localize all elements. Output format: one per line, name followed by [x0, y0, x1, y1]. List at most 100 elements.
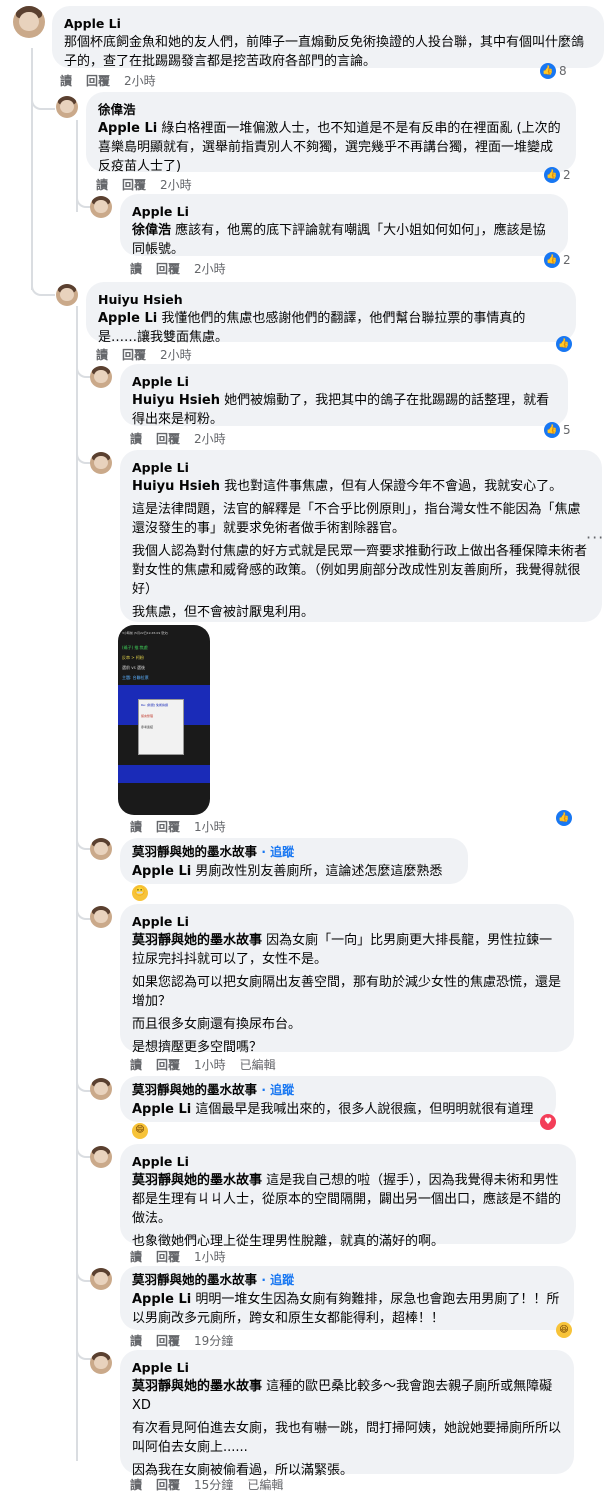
- read-button[interactable]: 讀: [60, 72, 72, 89]
- screenshot-popup-line: 參考連結: [141, 725, 154, 729]
- comment-actions: 讀 回覆 15分鐘 已編輯: [130, 1476, 283, 1493]
- comment-time[interactable]: 2小時: [160, 346, 192, 363]
- comment-bubble: Apple Li 那個杯底飼金魚和她的友人們，前陣子一直煽動反免術換證的人投台聯…: [52, 6, 604, 69]
- mention[interactable]: Apple Li: [132, 864, 191, 879]
- avatar[interactable]: [56, 96, 78, 118]
- reaction-count[interactable]: 😆: [556, 1322, 572, 1338]
- comment-actions: 讀 回覆 2小時: [60, 72, 156, 89]
- avatar[interactable]: [90, 838, 112, 860]
- comment-author[interactable]: 莫羽靜與她的墨水故事 · 追蹤: [132, 842, 456, 862]
- reply-button[interactable]: 回覆: [156, 1248, 180, 1265]
- comment-author[interactable]: Apple Li: [132, 372, 556, 391]
- reaction-count[interactable]: 👍: [556, 336, 572, 352]
- comment-actions: 讀 回覆 19分鐘: [130, 1332, 233, 1349]
- comment-time[interactable]: 2小時: [194, 260, 226, 277]
- thread-line: [76, 306, 78, 1461]
- avatar[interactable]: [13, 6, 45, 38]
- reply-button[interactable]: 回覆: [156, 1332, 180, 1349]
- comment-author[interactable]: Apple Li: [132, 202, 556, 221]
- comment-text: Huiyu Hsieh 我也對這件事焦慮，但有人保證今年不會過，我就安心了。: [132, 479, 563, 494]
- comment-time[interactable]: 2小時: [194, 430, 226, 447]
- read-button[interactable]: 讀: [130, 1332, 142, 1349]
- reply-button[interactable]: 回覆: [156, 430, 180, 447]
- mention[interactable]: 徐偉浩: [132, 223, 171, 238]
- comment-text: 莫羽靜與她的墨水故事 因為女廁「一向」比男廁更大排長龍，男性拉鍊一拉尿完抖抖就可…: [132, 933, 553, 967]
- mention[interactable]: Apple Li: [132, 1292, 191, 1307]
- follow-button[interactable]: · 追蹤: [261, 1083, 294, 1097]
- mention[interactable]: Apple Li: [98, 121, 157, 136]
- mention[interactable]: 莫羽靜與她的墨水故事: [132, 933, 262, 948]
- comment-author[interactable]: 莫羽靜與她的墨水故事 · 追蹤: [132, 1270, 562, 1290]
- read-button[interactable]: 讀: [130, 1056, 142, 1073]
- mention[interactable]: Huiyu Hsieh: [132, 393, 220, 408]
- mention[interactable]: 莫羽靜與她的墨水故事: [132, 1379, 262, 1394]
- avatar[interactable]: [90, 1146, 112, 1168]
- comment-time[interactable]: 19分鐘: [194, 1332, 233, 1349]
- comment-author[interactable]: Apple Li: [132, 458, 590, 477]
- more-options-icon[interactable]: ···: [586, 528, 604, 547]
- mention[interactable]: 莫羽靜與她的墨水故事: [132, 1173, 262, 1188]
- reply-button[interactable]: 回覆: [156, 260, 180, 277]
- avatar[interactable]: [90, 1268, 112, 1290]
- avatar[interactable]: [90, 452, 112, 474]
- reply-button[interactable]: 回覆: [122, 176, 146, 193]
- comment-text: Apple Li 明明一堆女生因為女廁有夠難排，尿急也會跑去用男廁了！！所以男廁…: [132, 1292, 560, 1326]
- comment-bubble: 徐偉浩 Apple Li 綠白格裡面一堆偏激人士，也不知道是不是有反串的在裡面亂…: [86, 92, 576, 174]
- reply-button[interactable]: 回覆: [156, 818, 180, 835]
- read-button[interactable]: 讀: [130, 818, 142, 835]
- like-icon: 👍: [540, 63, 556, 79]
- comment-time[interactable]: 1小時: [194, 818, 226, 835]
- comment-author[interactable]: Apple Li: [132, 912, 562, 931]
- reply-button[interactable]: 回覆: [86, 72, 110, 89]
- comment-time[interactable]: 15分鐘: [194, 1476, 233, 1493]
- mention[interactable]: Apple Li: [132, 1102, 191, 1117]
- screenshot-row: 反串 > 柯粉: [122, 655, 144, 660]
- comment-author[interactable]: Apple Li: [132, 1358, 562, 1377]
- comment-author[interactable]: 莫羽靜與她的墨水故事 · 追蹤: [132, 1080, 544, 1100]
- avatar[interactable]: [90, 906, 112, 928]
- screenshot-row: 主題: 台聯拉票: [122, 675, 149, 680]
- read-button[interactable]: 讀: [130, 260, 142, 277]
- follow-button[interactable]: · 追蹤: [261, 1273, 294, 1287]
- avatar[interactable]: [90, 366, 112, 388]
- comment-text: 有次看見阿伯進去女廁，我也有嚇一跳，問打掃阿姨，她說她要掃廁所所以叫阿伯去女廁上…: [132, 1421, 562, 1455]
- comment-time[interactable]: 1小時: [194, 1056, 226, 1073]
- reaction-count[interactable]: 👍 8: [540, 63, 567, 79]
- comment-time[interactable]: 2小時: [160, 176, 192, 193]
- read-button[interactable]: 讀: [96, 346, 108, 363]
- reply-button[interactable]: 回覆: [156, 1056, 180, 1073]
- comment-bubble: 莫羽靜與她的墨水故事 · 追蹤 Apple Li 明明一堆女生因為女廁有夠難排，…: [120, 1266, 574, 1330]
- reaction-count[interactable]: ♥: [540, 1114, 556, 1130]
- mention[interactable]: Huiyu Hsieh: [132, 479, 220, 494]
- reaction-count[interactable]: 👍 5: [544, 422, 571, 438]
- avatar[interactable]: [90, 1078, 112, 1100]
- reaction-count[interactable]: 👍 2: [544, 252, 571, 268]
- screenshot-popup-line: 留言整理: [141, 714, 154, 718]
- like-icon: 👍: [556, 810, 572, 826]
- avatar[interactable]: [90, 1352, 112, 1374]
- attached-screenshot[interactable]: 3小時前 (5月22日19:45:09 發文) (鴿子) 推:焦慮 反串 > 柯…: [118, 625, 210, 815]
- reaction-count[interactable]: 👍 2: [544, 167, 571, 183]
- comment-author[interactable]: 徐偉浩: [98, 100, 564, 119]
- read-button[interactable]: 讀: [130, 1476, 142, 1493]
- comment-bubble: Huiyu Hsieh Apple Li 我懂他們的焦慮也感謝他們的翻譯，他們幫…: [86, 282, 576, 345]
- like-icon: 👍: [544, 252, 560, 268]
- avatar[interactable]: [90, 196, 112, 218]
- read-button[interactable]: 讀: [130, 430, 142, 447]
- comment-time[interactable]: 2小時: [124, 72, 156, 89]
- mention[interactable]: Apple Li: [98, 311, 157, 326]
- reply-button[interactable]: 回覆: [122, 346, 146, 363]
- comment-author[interactable]: Huiyu Hsieh: [98, 290, 564, 309]
- comment-actions: 讀 回覆 1小時: [130, 818, 226, 835]
- reply-button[interactable]: 回覆: [156, 1476, 180, 1493]
- follow-button[interactable]: · 追蹤: [261, 845, 294, 859]
- read-button[interactable]: 讀: [130, 1248, 142, 1265]
- thread-curve: [76, 1340, 92, 1360]
- smile-emoji-icon: 😄: [132, 1122, 148, 1139]
- reaction-count[interactable]: 👍: [556, 810, 572, 826]
- avatar[interactable]: [56, 284, 78, 306]
- comment-time[interactable]: 1小時: [194, 1248, 226, 1265]
- read-button[interactable]: 讀: [96, 176, 108, 193]
- comment-author[interactable]: Apple Li: [132, 1152, 564, 1171]
- comment-author[interactable]: Apple Li: [64, 14, 592, 33]
